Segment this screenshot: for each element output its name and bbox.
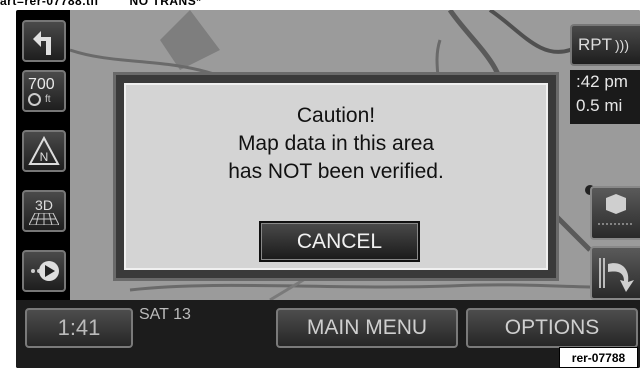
caution-dialog-body: Caution! Map data in this area has NOT b… [124,83,548,270]
compass-letter: N [40,150,49,164]
compass-icon: N [28,136,60,165]
route-arrow-icon [31,261,59,281]
distance-remaining: 0.5 mi [576,96,623,115]
curved-arrow-icon [599,258,634,292]
date-label: SAT 13 [139,306,191,323]
main-menu-button[interactable]: MAIN MENU [276,308,458,348]
scale-value: 700 [28,75,55,93]
bottom-bar: 1:41 SAT 13 MAIN MENU OPTIONS [16,300,640,368]
scale-unit: ft [45,93,51,105]
north-up-button[interactable]: N [22,130,66,172]
repeat-label: RPT [578,35,612,54]
turn-arrow-button[interactable] [22,20,66,62]
route-options-button[interactable] [590,246,640,300]
caution-dialog: Caution! Map data in this area has NOT b… [113,72,559,281]
perspective-grid-icon [29,213,59,225]
eta-time: :42 pm [576,72,628,91]
eta-panel: :42 pm 0.5 mi [570,70,640,124]
view-mode-label: 3D [35,197,53,213]
clock-button[interactable]: 1:41 [25,308,133,348]
nav-screen: 700 ft N 3D RPT ))) :42 pm 0.5 mi Cautio… [16,10,640,368]
caution-message-line2: has NOT been verified. [228,160,444,183]
traffic-icon [598,194,632,225]
route-guidance-button[interactable] [22,250,66,292]
caution-message-line1: Map data in this area [237,132,435,155]
zoom-magnifier-icon [28,92,41,106]
cancel-button[interactable]: CANCEL [259,221,420,262]
speaker-waves-icon: ))) [615,37,629,53]
3d-view-button[interactable]: 3D [22,190,66,232]
image-label: rer-07788 [559,347,638,368]
caution-title: Caution! [296,104,376,127]
turn-left-arrow-icon [33,31,51,55]
map-side-button[interactable] [590,186,640,240]
zoom-scale-button[interactable]: 700 ft [22,70,66,112]
header-note: art=rer-07788.tif NO TRANS* [0,0,202,8]
options-button[interactable]: OPTIONS [466,308,638,348]
repeat-button[interactable]: RPT ))) [570,24,640,66]
